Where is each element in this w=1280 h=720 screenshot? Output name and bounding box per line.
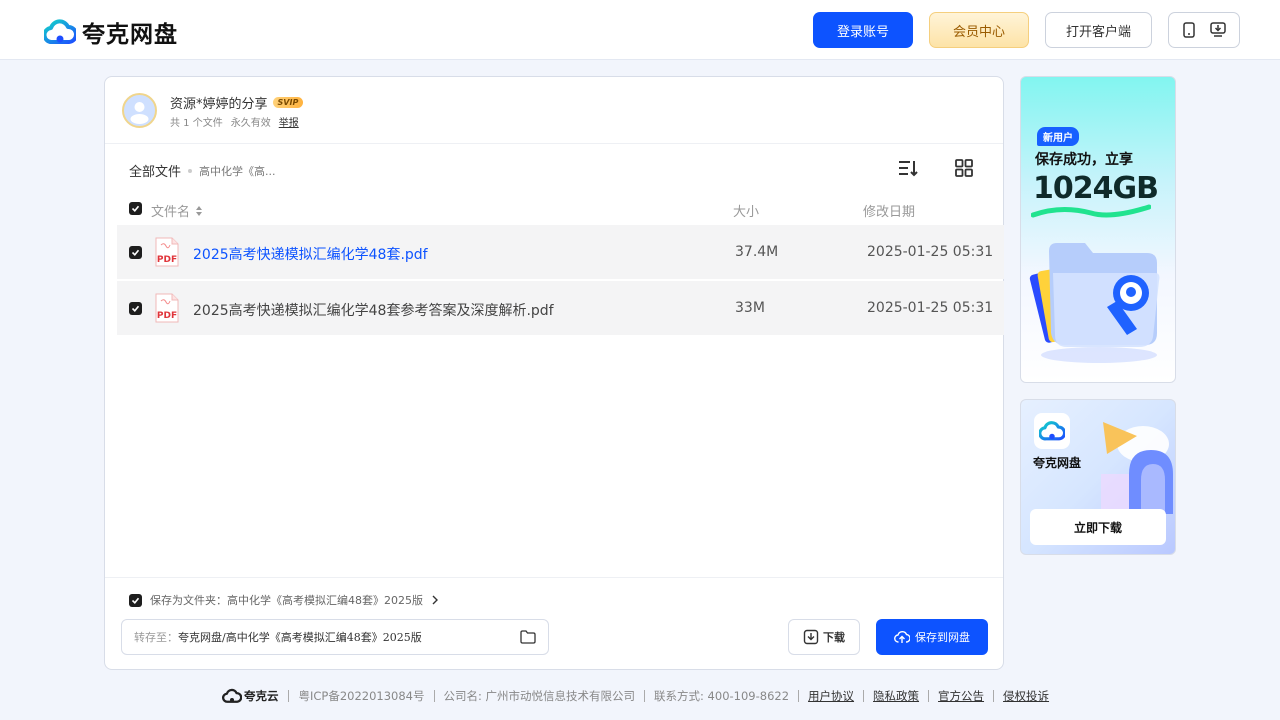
check-icon [131, 205, 140, 212]
save-destination-path: 夸克网盘/高中化学《高考模拟汇编48套》2025版 [178, 631, 422, 644]
folder-illustration-icon [1029, 243, 1160, 363]
cloud-logo-icon [1039, 421, 1065, 441]
avatar [122, 93, 157, 128]
select-all-checkbox[interactable] [129, 202, 142, 215]
pdf-type-label: PDF [157, 255, 177, 265]
share-card: 资源*婷婷的分享 SVIP 共 1 个文件 永久有效 举报 全部文件 高中化学《… [104, 76, 1004, 670]
chevron-right-icon [432, 595, 438, 605]
file-name[interactable]: 2025高考快递模拟汇编化学48套参考答案及深度解析.pdf [193, 300, 554, 320]
user-avatar-icon [130, 102, 149, 124]
quark-logo[interactable]: 夸克网盘 [44, 15, 178, 49]
footer-icp[interactable]: 粤ICP备2022013084号 [288, 690, 433, 702]
column-header-date[interactable]: 修改日期 [863, 201, 915, 220]
ad-illustration-icon [1101, 422, 1173, 514]
page-footer: 夸克云 粤ICP备2022013084号 公司名: 广州市动悦信息技术有限公司 … [0, 686, 1280, 706]
save-action-bar: 保存为文件夹：高中化学《高考模拟汇编48套》2025版 转存至： 夸克网盘/高中… [105, 577, 1003, 669]
pdf-file-icon: PDF [155, 293, 179, 323]
table-row[interactable]: PDF 2025高考快递模拟汇编化学48套.pdf 37.4M 2025-01-… [117, 225, 1004, 279]
footer-link-infringement[interactable]: 侵权投诉 [993, 690, 1058, 702]
save-destination-field[interactable]: 转存至： 夸克网盘/高中化学《高考模拟汇编48套》2025版 [121, 619, 549, 655]
new-user-badge: 新用户 [1037, 127, 1079, 146]
save-as-folder-option[interactable]: 保存为文件夹：高中化学《高考模拟汇编48套》2025版 [129, 592, 439, 608]
sort-icon [899, 161, 918, 177]
ad-headline: 保存成功，立享 [1035, 152, 1133, 168]
file-count: 共 1 个文件 [170, 118, 223, 129]
download-button[interactable]: 下载 [788, 619, 860, 655]
share-owner-title: 资源*婷婷的分享 [170, 97, 268, 112]
save-as-folder-checkbox[interactable] [129, 593, 142, 607]
breadcrumb-separator [188, 168, 193, 173]
check-icon [131, 249, 140, 256]
footer-company: 公司名: 广州市动悦信息技术有限公司 [433, 690, 645, 702]
pdf-file-icon: PDF [155, 237, 179, 267]
footer-logo: 夸克云 [221, 688, 289, 704]
footer-contact: 联系方式: 400-109-8622 [644, 690, 798, 702]
svip-badge: SVIP [272, 97, 304, 108]
file-size: 37.4M [735, 244, 779, 260]
file-date: 2025-01-25 05:31 [867, 244, 994, 260]
save-to-drive-label: 保存到网盘 [915, 631, 970, 644]
column-header-name[interactable]: 文件名 [151, 201, 204, 220]
check-icon [131, 305, 140, 312]
column-name-label: 文件名 [151, 205, 191, 220]
new-user-ad-banner[interactable]: 新用户 保存成功，立享 1024GB [1020, 76, 1176, 383]
app-name: 夸克网盘 [1033, 456, 1082, 470]
cloud-logo-icon [44, 19, 76, 44]
sort-button[interactable] [897, 157, 919, 183]
table-header: 文件名 大小 修改日期 [129, 201, 999, 220]
sort-arrows-icon [196, 205, 203, 216]
column-header-size[interactable]: 大小 [733, 201, 759, 220]
download-label: 下载 [823, 631, 845, 644]
save-destination-label: 转存至： [134, 631, 178, 644]
file-name[interactable]: 2025高考快递模拟汇编化学48套.pdf [193, 244, 428, 264]
share-title: 资源*婷婷的分享 SVIP [170, 93, 304, 112]
breadcrumb: 全部文件 高中化学《高... [129, 161, 276, 181]
share-header: 资源*婷婷的分享 SVIP 共 1 个文件 永久有效 举报 [105, 77, 1003, 144]
login-button[interactable]: 登录账号 [813, 12, 913, 48]
download-icon [803, 629, 819, 645]
open-client-button[interactable]: 打开客户端 [1045, 12, 1152, 48]
check-icon [131, 597, 140, 604]
cloud-upload-icon [894, 631, 910, 643]
footer-link-user-agreement[interactable]: 用户协议 [798, 690, 863, 702]
footer-link-privacy[interactable]: 隐私政策 [863, 690, 928, 702]
report-link[interactable]: 举报 [279, 114, 299, 129]
file-size: 33M [735, 300, 765, 316]
app-download-ad[interactable]: 夸克网盘 立即下载 [1020, 399, 1176, 555]
vip-center-button[interactable]: 会员中心 [929, 12, 1029, 48]
row-checkbox[interactable] [129, 246, 142, 259]
breadcrumb-root[interactable]: 全部文件 [129, 161, 181, 180]
footer-logo-text: 夸克云 [243, 689, 279, 703]
validity: 永久有效 [230, 118, 271, 129]
desktop-download-icon[interactable] [1210, 22, 1226, 38]
ad-swoosh-decoration [1031, 204, 1151, 218]
cloud-logo-icon [221, 688, 242, 703]
table-row[interactable]: PDF 2025高考快递模拟汇编化学48套参考答案及深度解析.pdf 33M 2… [117, 281, 1004, 335]
folder-icon[interactable] [520, 630, 536, 644]
save-to-drive-button[interactable]: 保存到网盘 [876, 619, 988, 655]
download-now-button[interactable]: 立即下载 [1030, 509, 1166, 545]
footer-link-announcement[interactable]: 官方公告 [928, 690, 993, 702]
row-checkbox[interactable] [129, 302, 142, 315]
share-meta: 共 1 个文件 永久有效 举报 [170, 114, 299, 129]
device-buttons [1168, 12, 1240, 48]
file-date: 2025-01-25 05:31 [867, 300, 994, 316]
pdf-type-label: PDF [157, 311, 177, 321]
save-as-folder-label: 保存为文件夹：高中化学《高考模拟汇编48套》2025版 [150, 594, 423, 607]
breadcrumb-current: 高中化学《高... [199, 164, 276, 178]
app-icon [1034, 413, 1070, 449]
grid-icon [955, 159, 973, 177]
top-header: 夸克网盘 登录账号 会员中心 打开客户端 [0, 0, 1280, 60]
logo-text: 夸克网盘 [82, 22, 178, 48]
phone-icon[interactable] [1182, 22, 1196, 38]
grid-view-button[interactable] [953, 157, 975, 183]
